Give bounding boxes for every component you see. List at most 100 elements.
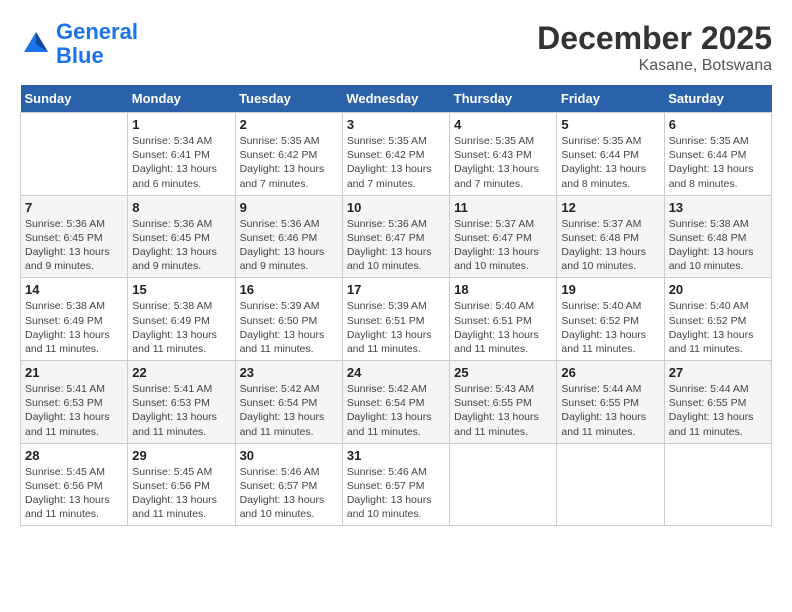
calendar-table: SundayMondayTuesdayWednesdayThursdayFrid… <box>20 85 772 526</box>
calendar-week-row: 14 Sunrise: 5:38 AM Sunset: 6:49 PM Dayli… <box>21 278 772 361</box>
day-number: 25 <box>454 365 552 380</box>
weekday-header-saturday: Saturday <box>664 85 771 113</box>
page-header: General Blue December 2025 Kasane, Botsw… <box>20 20 772 75</box>
day-info: Sunrise: 5:44 AM Sunset: 6:55 PM Dayligh… <box>561 382 659 439</box>
day-info: Sunrise: 5:39 AM Sunset: 6:50 PM Dayligh… <box>240 299 338 356</box>
calendar-cell <box>664 443 771 526</box>
day-number: 13 <box>669 200 767 215</box>
day-info: Sunrise: 5:41 AM Sunset: 6:53 PM Dayligh… <box>25 382 123 439</box>
logo-icon <box>20 28 52 60</box>
weekday-header-sunday: Sunday <box>21 85 128 113</box>
day-info: Sunrise: 5:35 AM Sunset: 6:43 PM Dayligh… <box>454 134 552 191</box>
day-number: 20 <box>669 282 767 297</box>
day-number: 3 <box>347 117 445 132</box>
calendar-cell: 6Sunrise: 5:35 AM Sunset: 6:44 PM Daylig… <box>664 113 771 196</box>
calendar-cell <box>557 443 664 526</box>
day-info: Sunrise: 5:36 AM Sunset: 6:45 PM Dayligh… <box>25 217 123 274</box>
calendar-cell: 18 Sunrise: 5:40 AM Sunset: 6:51 PM Dayli… <box>450 278 557 361</box>
weekday-header-friday: Friday <box>557 85 664 113</box>
day-info: Sunrise: 5:36 AM Sunset: 6:45 PM Dayligh… <box>132 217 230 274</box>
calendar-cell: 12 Sunrise: 5:37 AM Sunset: 6:48 PM Dayli… <box>557 195 664 278</box>
calendar-cell: 1 Sunrise: 5:34 AM Sunset: 6:41 PM Daylig… <box>128 113 235 196</box>
calendar-cell: 30 Sunrise: 5:46 AM Sunset: 6:57 PM Dayli… <box>235 443 342 526</box>
calendar-cell: 16 Sunrise: 5:39 AM Sunset: 6:50 PM Dayli… <box>235 278 342 361</box>
calendar-cell: 3 Sunrise: 5:35 AM Sunset: 6:42 PM Daylig… <box>342 113 449 196</box>
day-info: Sunrise: 5:35 AM Sunset: 6:44 PM Dayligh… <box>561 134 659 191</box>
calendar-cell: 24Sunrise: 5:42 AM Sunset: 6:54 PM Dayli… <box>342 361 449 444</box>
day-number: 28 <box>25 448 123 463</box>
day-info: Sunrise: 5:40 AM Sunset: 6:52 PM Dayligh… <box>669 299 767 356</box>
calendar-cell: 8 Sunrise: 5:36 AM Sunset: 6:45 PM Daylig… <box>128 195 235 278</box>
day-number: 23 <box>240 365 338 380</box>
calendar-cell: 25 Sunrise: 5:43 AM Sunset: 6:55 PM Dayli… <box>450 361 557 444</box>
day-number: 8 <box>132 200 230 215</box>
day-info: Sunrise: 5:35 AM Sunset: 6:42 PM Dayligh… <box>240 134 338 191</box>
calendar-cell: 2 Sunrise: 5:35 AM Sunset: 6:42 PM Daylig… <box>235 113 342 196</box>
calendar-week-row: 28 Sunrise: 5:45 AM Sunset: 6:56 PM Dayli… <box>21 443 772 526</box>
day-info: Sunrise: 5:35 AM Sunset: 6:44 PM Dayligh… <box>669 134 767 191</box>
day-info: Sunrise: 5:34 AM Sunset: 6:41 PM Dayligh… <box>132 134 230 191</box>
day-info: Sunrise: 5:45 AM Sunset: 6:56 PM Dayligh… <box>132 465 230 522</box>
day-info: Sunrise: 5:37 AM Sunset: 6:48 PM Dayligh… <box>561 217 659 274</box>
day-number: 10 <box>347 200 445 215</box>
day-number: 9 <box>240 200 338 215</box>
calendar-cell: 29 Sunrise: 5:45 AM Sunset: 6:56 PM Dayli… <box>128 443 235 526</box>
day-number: 14 <box>25 282 123 297</box>
calendar-cell <box>450 443 557 526</box>
day-info: Sunrise: 5:38 AM Sunset: 6:49 PM Dayligh… <box>25 299 123 356</box>
calendar-cell: 19 Sunrise: 5:40 AM Sunset: 6:52 PM Dayli… <box>557 278 664 361</box>
day-number: 19 <box>561 282 659 297</box>
location: Kasane, Botswana <box>537 57 772 75</box>
month-title: December 2025 <box>537 20 772 57</box>
day-info: Sunrise: 5:38 AM Sunset: 6:48 PM Dayligh… <box>669 217 767 274</box>
day-number: 27 <box>669 365 767 380</box>
calendar-cell: 27 Sunrise: 5:44 AM Sunset: 6:55 PM Dayli… <box>664 361 771 444</box>
day-number: 26 <box>561 365 659 380</box>
day-info: Sunrise: 5:35 AM Sunset: 6:42 PM Dayligh… <box>347 134 445 191</box>
day-number: 17 <box>347 282 445 297</box>
day-info: Sunrise: 5:36 AM Sunset: 6:47 PM Dayligh… <box>347 217 445 274</box>
day-number: 24 <box>347 365 445 380</box>
calendar-week-row: 21Sunrise: 5:41 AM Sunset: 6:53 PM Dayli… <box>21 361 772 444</box>
day-info: Sunrise: 5:40 AM Sunset: 6:51 PM Dayligh… <box>454 299 552 356</box>
calendar-cell: 21Sunrise: 5:41 AM Sunset: 6:53 PM Dayli… <box>21 361 128 444</box>
calendar-cell: 10 Sunrise: 5:36 AM Sunset: 6:47 PM Dayli… <box>342 195 449 278</box>
calendar-cell: 23 Sunrise: 5:42 AM Sunset: 6:54 PM Dayli… <box>235 361 342 444</box>
weekday-header-tuesday: Tuesday <box>235 85 342 113</box>
calendar-week-row: 7 Sunrise: 5:36 AM Sunset: 6:45 PM Daylig… <box>21 195 772 278</box>
day-number: 4 <box>454 117 552 132</box>
day-info: Sunrise: 5:43 AM Sunset: 6:55 PM Dayligh… <box>454 382 552 439</box>
calendar-cell: 7 Sunrise: 5:36 AM Sunset: 6:45 PM Daylig… <box>21 195 128 278</box>
calendar-cell: 28Sunrise: 5:45 AM Sunset: 6:56 PM Dayli… <box>21 443 128 526</box>
calendar-cell: 22Sunrise: 5:41 AM Sunset: 6:53 PM Dayli… <box>128 361 235 444</box>
calendar-cell <box>21 113 128 196</box>
day-info: Sunrise: 5:46 AM Sunset: 6:57 PM Dayligh… <box>240 465 338 522</box>
day-info: Sunrise: 5:36 AM Sunset: 6:46 PM Dayligh… <box>240 217 338 274</box>
day-number: 12 <box>561 200 659 215</box>
logo-text: General Blue <box>56 20 138 68</box>
day-info: Sunrise: 5:37 AM Sunset: 6:47 PM Dayligh… <box>454 217 552 274</box>
day-number: 29 <box>132 448 230 463</box>
day-info: Sunrise: 5:40 AM Sunset: 6:52 PM Dayligh… <box>561 299 659 356</box>
day-number: 5 <box>561 117 659 132</box>
day-number: 16 <box>240 282 338 297</box>
calendar-cell: 4 Sunrise: 5:35 AM Sunset: 6:43 PM Daylig… <box>450 113 557 196</box>
day-number: 2 <box>240 117 338 132</box>
calendar-cell: 11Sunrise: 5:37 AM Sunset: 6:47 PM Dayli… <box>450 195 557 278</box>
day-number: 1 <box>132 117 230 132</box>
day-info: Sunrise: 5:44 AM Sunset: 6:55 PM Dayligh… <box>669 382 767 439</box>
calendar-week-row: 1 Sunrise: 5:34 AM Sunset: 6:41 PM Daylig… <box>21 113 772 196</box>
title-area: December 2025 Kasane, Botswana <box>537 20 772 75</box>
day-number: 30 <box>240 448 338 463</box>
weekday-header-monday: Monday <box>128 85 235 113</box>
day-info: Sunrise: 5:46 AM Sunset: 6:57 PM Dayligh… <box>347 465 445 522</box>
calendar-cell: 5 Sunrise: 5:35 AM Sunset: 6:44 PM Daylig… <box>557 113 664 196</box>
weekday-header-wednesday: Wednesday <box>342 85 449 113</box>
day-info: Sunrise: 5:38 AM Sunset: 6:49 PM Dayligh… <box>132 299 230 356</box>
day-number: 7 <box>25 200 123 215</box>
day-number: 22 <box>132 365 230 380</box>
day-info: Sunrise: 5:42 AM Sunset: 6:54 PM Dayligh… <box>240 382 338 439</box>
day-number: 18 <box>454 282 552 297</box>
logo: General Blue <box>20 20 138 68</box>
weekday-header-thursday: Thursday <box>450 85 557 113</box>
